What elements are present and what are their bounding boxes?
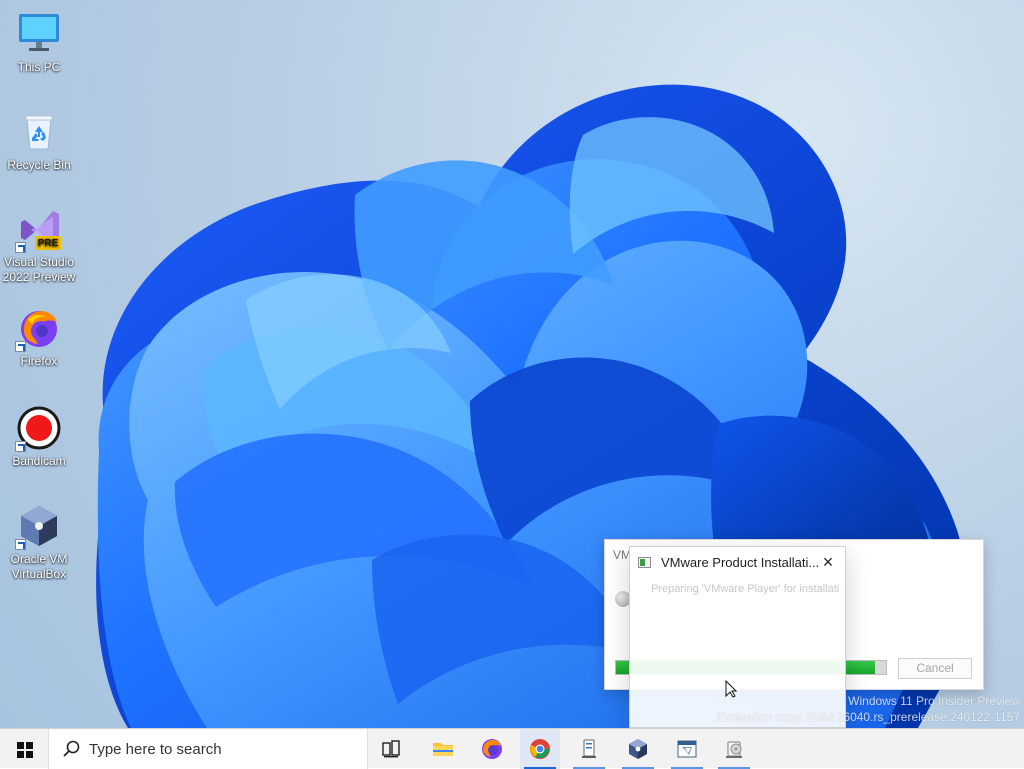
firefox-icon <box>482 739 502 759</box>
visual-studio-icon: PRE <box>15 205 63 253</box>
mouse-cursor-icon <box>725 680 737 698</box>
recycle-bin-icon <box>15 108 63 156</box>
close-icon[interactable]: × <box>819 553 837 571</box>
virtualbox-icon <box>629 739 647 759</box>
desktop-icon-label: Bandicam <box>12 454 66 468</box>
folder-icon <box>433 743 453 756</box>
desktop-icon-label: Recycle Bin <box>7 158 71 172</box>
taskbar-installer-button[interactable] <box>569 729 609 769</box>
desktop: This PC Recycle Bin PRE Visual Studio 20… <box>0 0 1024 728</box>
taskbar-chrome-button[interactable] <box>520 729 560 769</box>
desktop-icon-bandicam[interactable]: Bandicam <box>0 404 78 469</box>
installation-status-text: Preparing 'VMware Player' for installati… <box>651 583 839 595</box>
desktop-icon-label-line2: VirtualBox <box>11 567 67 581</box>
monitor-icon <box>15 10 63 58</box>
desktop-icon-firefox[interactable]: Firefox <box>0 304 78 369</box>
taskbar-file-explorer-button[interactable] <box>423 729 463 769</box>
taskbar-vmware-installer-button[interactable] <box>714 729 754 769</box>
bandicam-icon <box>15 404 63 452</box>
firefox-icon <box>15 304 63 352</box>
disk-installer-icon <box>726 741 742 758</box>
vmware-installer-dialog[interactable]: VMware Product Installati... × Preparing… <box>629 546 846 728</box>
desktop-icon-label: Firefox <box>20 354 58 368</box>
search-icon <box>63 740 80 757</box>
desktop-icon-label-line2: 2022 Preview <box>2 270 76 284</box>
installer-icon <box>582 739 596 758</box>
taskbar-cpu-z-button[interactable] <box>667 729 707 769</box>
task-view-icon <box>382 740 400 758</box>
desktop-icon-label: This PC <box>17 60 61 74</box>
windows-watermark-line-1: Windows 11 Pro Insider Preview <box>848 694 1020 708</box>
dialog-title: VMware Product Installati... <box>661 555 820 570</box>
windows-watermark-line-2: Evaluation copy. Build 26040.rs_prerelea… <box>716 710 1020 724</box>
start-button[interactable] <box>0 729 48 769</box>
desktop-icon-label-line1: Oracle VM <box>10 552 68 566</box>
cancel-button[interactable]: Cancel <box>898 658 972 679</box>
shortcut-arrow-icon <box>15 441 26 452</box>
desktop-icon-label-line1: Visual Studio <box>4 255 74 269</box>
virtualbox-icon <box>15 502 63 550</box>
taskbar-search-box[interactable]: Type here to search <box>48 729 368 769</box>
desktop-icon-virtualbox[interactable]: Oracle VM VirtualBox <box>0 502 78 582</box>
taskbar-firefox-button[interactable] <box>472 729 512 769</box>
shortcut-arrow-icon <box>15 242 26 253</box>
shortcut-arrow-icon <box>15 341 26 352</box>
chrome-icon <box>530 739 550 759</box>
taskbar: Type here to search <box>0 728 1024 769</box>
search-placeholder: Type here to search <box>89 741 222 758</box>
windows-logo-icon <box>17 742 33 758</box>
visual-studio-preview-badge: PRE <box>38 238 59 249</box>
taskbar-task-view-button[interactable] <box>371 729 411 769</box>
desktop-icon-this-pc[interactable]: This PC <box>0 10 78 75</box>
shortcut-arrow-icon <box>15 539 26 550</box>
desktop-icon-visual-studio[interactable]: PRE Visual Studio 2022 Preview <box>0 205 78 285</box>
taskbar-virtualbox-button[interactable] <box>618 729 658 769</box>
cpuz-icon <box>677 740 697 758</box>
dialog-titlebar[interactable]: VMware Product Installati... × <box>630 547 845 578</box>
installer-window-icon <box>638 557 651 568</box>
desktop-icon-recycle-bin[interactable]: Recycle Bin <box>0 108 78 173</box>
